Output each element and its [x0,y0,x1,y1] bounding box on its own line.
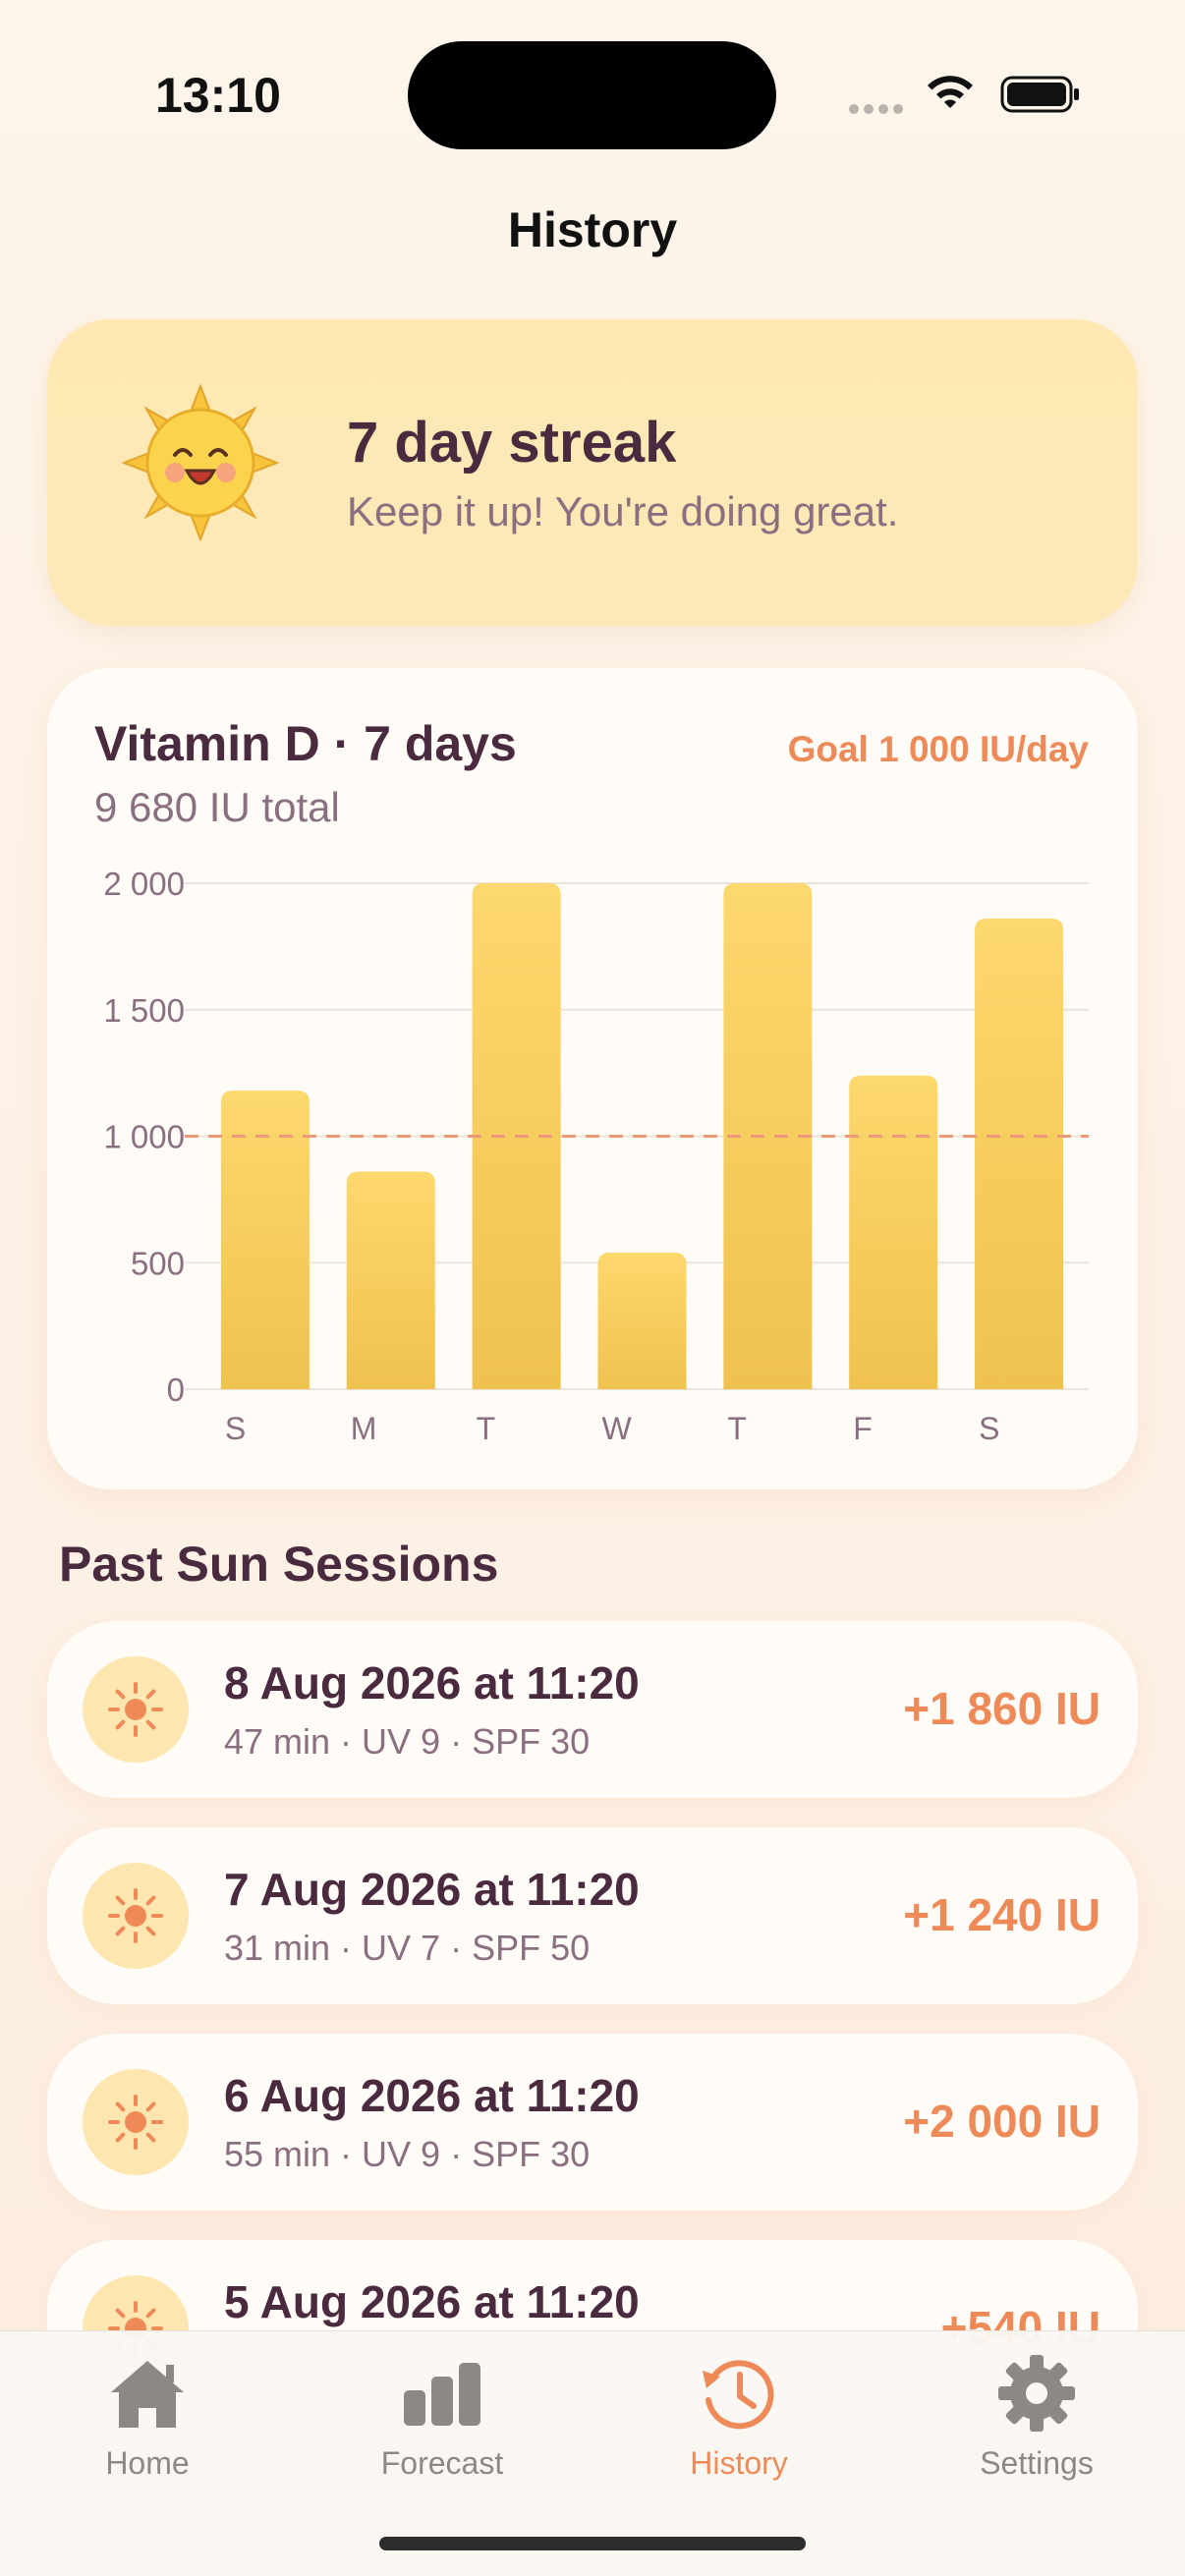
wifi-icon [928,76,973,108]
session-meta: 55 min · UV 9 · SPF 30 [224,2134,591,2174]
dynamic-island [408,41,776,149]
battery-icon [1000,76,1079,113]
chart-x-tick-label: F [853,1411,873,1446]
chart-y-tick-label: 1 500 [103,992,185,1029]
cellular-signal-icon [849,104,903,114]
tab-settings[interactable]: Settings [919,2349,1155,2482]
session-date: 7 Aug 2026 at 11:20 [224,1864,640,1915]
session-date: 5 Aug 2026 at 11:20 [224,2276,640,2327]
chart-y-tick-label: 2 000 [103,866,185,902]
chart-bar [975,919,1064,1389]
home-indicator [379,2537,806,2550]
tab-history-label: History [690,2445,788,2481]
chart-bar [849,1075,938,1389]
chart-x-tick-label: S [979,1411,999,1446]
section-title: Past Sun Sessions [59,1537,499,1592]
chart-x-tick-label: S [225,1411,246,1446]
status-time: 13:10 [155,68,281,123]
tab-settings-label: Settings [980,2445,1094,2481]
chart-bar [597,1252,687,1389]
tab-forecast-label: Forecast [380,2445,504,2481]
tab-history[interactable]: History [621,2349,857,2482]
streak-card: 7 day streak Keep it up! You're doing gr… [47,319,1138,626]
chart-y-tick-label: 500 [131,1245,185,1281]
session-iu: +1 240 IU [903,1889,1100,1940]
page-title: History [507,202,678,257]
session-iu: +2 000 IU [903,2096,1100,2147]
chart-y-tick-label: 1 000 [103,1119,185,1155]
session-row[interactable]: 8 Aug 2026 at 11:20 47 min · UV 9 · SPF … [47,1621,1138,1798]
session-meta: 47 min · UV 9 · SPF 30 [224,1721,591,1762]
history-clock-icon [703,2360,774,2430]
vitamin-d-chart-card: Vitamin D · 7 days Goal 1 000 IU/day 9 6… [47,668,1138,1489]
tab-home-label: Home [105,2445,190,2481]
chart-y-tick-label: 0 [167,1372,185,1408]
gear-icon [998,2355,1075,2432]
session-date: 6 Aug 2026 at 11:20 [224,2070,640,2121]
sun-icon [83,1863,189,1969]
session-meta: 31 min · UV 7 · SPF 50 [224,1928,591,1968]
tab-home[interactable]: Home [29,2349,265,2482]
sun-icon [83,2069,189,2175]
session-row[interactable]: 6 Aug 2026 at 11:20 55 min · UV 9 · SPF … [47,2034,1138,2211]
bar-chart-icon [404,2363,480,2426]
sun-mascot-icon [122,384,279,541]
tab-forecast[interactable]: Forecast [324,2349,560,2482]
chart-x-tick-label: T [477,1411,496,1446]
chart-x-tick-label: W [602,1411,633,1446]
chart-x-tick-label: M [351,1411,377,1446]
streak-subtitle: Keep it up! You're doing great. [347,488,899,534]
streak-title: 7 day streak [347,411,677,475]
sun-icon [83,1656,189,1763]
session-iu: +1 860 IU [903,1683,1100,1734]
session-date: 8 Aug 2026 at 11:20 [224,1657,640,1708]
session-row[interactable]: 7 Aug 2026 at 11:20 31 min · UV 7 · SPF … [47,1827,1138,2004]
vitamin-d-bar-chart: 0 500 1 000 1 500 2 000 S M T W T F S [103,866,1089,1446]
chart-bar [346,1171,435,1389]
chart-x-tick-label: T [727,1411,747,1446]
house-icon [111,2361,184,2428]
